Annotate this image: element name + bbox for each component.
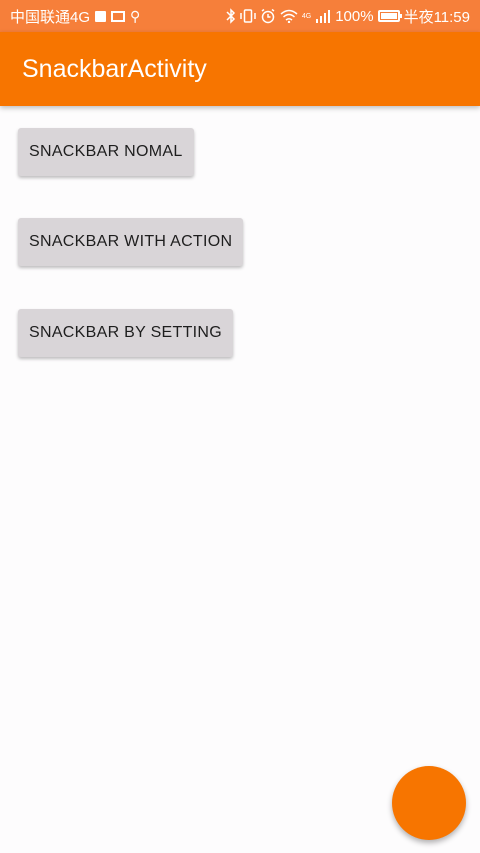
battery-percent: 100% xyxy=(335,7,374,25)
clock: 半夜11:59 xyxy=(403,8,470,26)
status-right: 4G 100% 半夜11:59 xyxy=(226,6,470,27)
network-badge: 4G xyxy=(301,12,312,20)
carrier-label: 中国联通4G xyxy=(10,8,91,26)
square-icon xyxy=(95,10,107,22)
snackbar-normal-button[interactable]: SNACKBAR NOMAL xyxy=(18,128,194,176)
snackbar-with-action-label: SNACKBAR WITH ACTION xyxy=(29,233,233,250)
snackbar-by-setting-label: SNACKBAR BY SETTING xyxy=(29,324,223,341)
status-bar: 中国联通4G ⚲ 4G 100% 半夜11:59 xyxy=(0,0,480,32)
snackbar-with-action-button[interactable]: SNACKBAR WITH ACTION xyxy=(18,218,244,266)
wifi-icon xyxy=(280,9,298,23)
page-title: SnackbarActivity xyxy=(22,54,207,83)
app-bar: SnackbarActivity xyxy=(0,32,480,106)
floating-action-button[interactable] xyxy=(392,766,466,840)
usb-icon: ⚲ xyxy=(130,7,141,24)
snackbar-normal-label: SNACKBAR NOMAL xyxy=(29,143,183,160)
image-icon xyxy=(111,10,126,22)
alarm-icon xyxy=(261,8,275,24)
snackbar-by-setting-button[interactable]: SNACKBAR BY SETTING xyxy=(18,309,234,357)
status-left: 中国联通4G ⚲ xyxy=(10,6,140,27)
battery-icon xyxy=(377,10,402,22)
vibrate-icon xyxy=(240,9,256,23)
bluetooth-icon xyxy=(226,8,235,24)
signal-icon xyxy=(316,10,331,23)
